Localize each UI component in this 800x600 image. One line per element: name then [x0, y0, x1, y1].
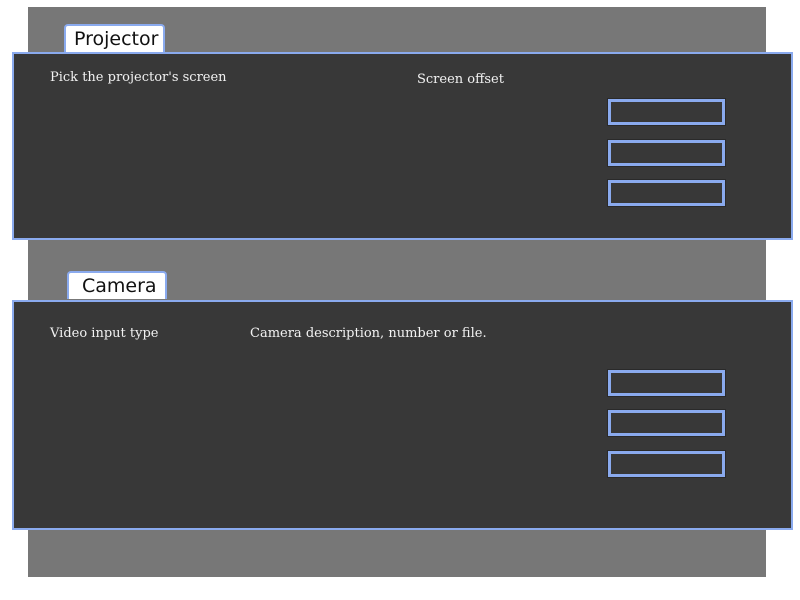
- camera-field-1[interactable]: [607, 369, 726, 397]
- tab-projector[interactable]: Projector: [64, 24, 165, 52]
- projector-field-2[interactable]: [607, 139, 726, 167]
- camera-field-2[interactable]: [607, 409, 726, 437]
- screen-offset-label: Screen offset: [417, 72, 504, 87]
- camera-description-label: Camera description, number or file.: [250, 326, 487, 341]
- projector-panel: Pick the projector's screen Screen offse…: [12, 52, 793, 240]
- tab-projector-label: Projector: [74, 28, 159, 50]
- camera-panel: Video input type Camera description, num…: [12, 300, 793, 530]
- video-input-type-label: Video input type: [50, 326, 159, 341]
- projector-screen-label: Pick the projector's screen: [50, 70, 227, 85]
- camera-field-3[interactable]: [607, 450, 726, 478]
- projector-field-1[interactable]: [607, 98, 726, 126]
- tab-camera[interactable]: Camera: [67, 271, 167, 299]
- tab-camera-label: Camera: [82, 275, 157, 297]
- projector-field-3[interactable]: [607, 179, 726, 207]
